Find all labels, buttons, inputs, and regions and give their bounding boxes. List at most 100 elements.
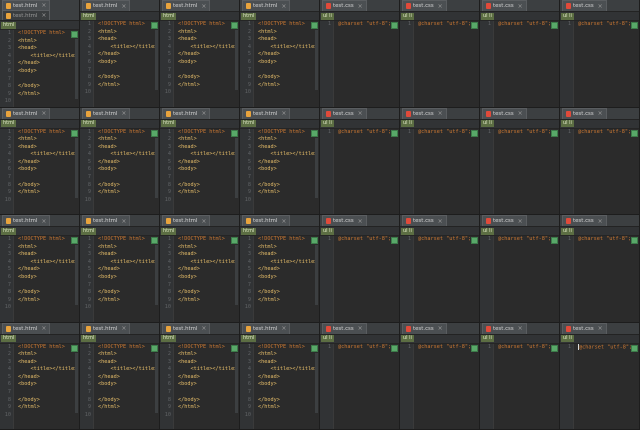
code-editor[interactable]: 1 2 3 4 5 6 7 8 9 10 <!DOCTYPE html> <html> <head> <… bbox=[0, 343, 79, 429]
code-area[interactable]: @charset "utf-8"; bbox=[334, 129, 399, 215]
breadcrumb-item[interactable]: ul li bbox=[321, 12, 334, 20]
inspection-ok-icon[interactable] bbox=[471, 344, 478, 352]
breadcrumb-item[interactable]: ul li bbox=[401, 12, 414, 20]
inspection-ok-icon[interactable] bbox=[391, 237, 398, 244]
code-area[interactable]: <!DOCTYPE html> <html> <head> <title></tit… bbox=[254, 21, 319, 107]
breadcrumb-item[interactable]: ul li bbox=[481, 335, 494, 342]
code-editor[interactable]: 1 2 3 4 5 6 7 8 9 10 <!DOCTYPE html> <html> <head> <… bbox=[0, 30, 79, 107]
breadcrumb-item[interactable]: html bbox=[1, 120, 17, 127]
code-editor[interactable]: 1 2 3 4 5 6 7 8 9 10 <!DOCTYPE html> <html> <head> <… bbox=[80, 236, 159, 322]
code-area[interactable]: <!DOCTYPE html> <html> <head> <title></tit… bbox=[174, 21, 239, 107]
code-area[interactable]: <!DOCTYPE html> <html> <head> <title></tit… bbox=[254, 129, 319, 215]
code-editor[interactable]: 1 2 3 4 5 6 7 8 9 10 <!DOCTYPE html> <html> <head> <… bbox=[160, 236, 239, 322]
inspection-ok-icon[interactable] bbox=[631, 22, 638, 29]
close-icon[interactable]: × bbox=[598, 325, 603, 332]
code-area[interactable]: @charset "utf-8"; bbox=[414, 21, 479, 107]
scrollbar[interactable] bbox=[315, 137, 318, 198]
breadcrumb-item[interactable]: html bbox=[161, 227, 177, 235]
code-editor[interactable]: 1 2 3 4 5 6 7 8 9 10 <!DOCTYPE html> <html> <head> <… bbox=[0, 236, 79, 322]
inspection-ok-icon[interactable] bbox=[551, 237, 558, 244]
code-area[interactable]: <!DOCTYPE html> <html> <head> <title></tit… bbox=[254, 236, 319, 322]
file-tab[interactable]: test.html × bbox=[162, 107, 211, 119]
code-editor[interactable]: 1 2 3 4 5 6 7 8 9 10 <!DOCTYPE html> <html> <head> <… bbox=[240, 236, 319, 322]
close-icon[interactable]: × bbox=[201, 110, 206, 117]
scrollbar[interactable] bbox=[235, 352, 238, 413]
close-icon[interactable]: × bbox=[281, 110, 286, 117]
close-icon[interactable]: × bbox=[281, 3, 286, 10]
scrollbar[interactable] bbox=[75, 137, 78, 198]
code-editor[interactable]: 1 @charset "utf-8"; bbox=[560, 343, 639, 429]
breadcrumb-item[interactable]: ul li bbox=[321, 335, 334, 342]
code-area[interactable]: @charset "utf-8"; bbox=[414, 129, 479, 215]
code-area[interactable]: @charset "utf-8"; bbox=[494, 344, 559, 430]
file-tab[interactable]: test.css × bbox=[482, 107, 527, 119]
code-area[interactable]: @charset "utf-8"; bbox=[574, 129, 639, 215]
breadcrumb-item[interactable]: ul li bbox=[561, 120, 574, 127]
breadcrumb-item[interactable]: ul li bbox=[401, 335, 414, 342]
file-tab[interactable]: test.css × bbox=[482, 215, 527, 226]
close-icon[interactable]: × bbox=[121, 325, 126, 332]
code-editor[interactable]: 1 @charset "utf-8"; bbox=[400, 343, 479, 430]
file-tab[interactable]: test.css × bbox=[562, 322, 607, 334]
scrollbar[interactable] bbox=[235, 245, 238, 305]
inspection-ok-icon[interactable] bbox=[231, 344, 238, 352]
scrollbar[interactable] bbox=[155, 137, 158, 198]
breadcrumb-item[interactable]: html bbox=[161, 335, 177, 342]
breadcrumb-item[interactable]: html bbox=[81, 12, 97, 20]
close-icon[interactable]: × bbox=[358, 325, 363, 332]
close-icon[interactable]: × bbox=[281, 218, 286, 225]
inspection-ok-icon[interactable] bbox=[631, 344, 638, 352]
code-editor[interactable]: 1 2 3 4 5 6 7 8 9 10 <!DOCTYPE html> <html> <head> <… bbox=[240, 21, 319, 107]
breadcrumb-item[interactable]: html bbox=[1, 227, 17, 235]
close-icon[interactable]: × bbox=[598, 3, 603, 10]
breadcrumb-item[interactable]: html bbox=[81, 120, 97, 127]
breadcrumb-item[interactable]: ul li bbox=[561, 12, 574, 20]
scrollbar[interactable] bbox=[315, 352, 318, 413]
code-area[interactable]: <!DOCTYPE html> <html> <head> <title></tit… bbox=[14, 236, 79, 322]
file-tab[interactable]: test.html × bbox=[2, 215, 51, 226]
inspection-ok-icon[interactable] bbox=[471, 129, 478, 137]
close-icon[interactable]: × bbox=[438, 110, 443, 117]
code-area[interactable]: @charset "utf-8"; bbox=[494, 21, 559, 107]
code-editor[interactable]: 1 @charset "utf-8"; bbox=[480, 21, 559, 107]
file-tab[interactable]: test.css × bbox=[562, 0, 607, 11]
close-icon[interactable]: × bbox=[201, 3, 206, 10]
close-icon[interactable]: × bbox=[438, 218, 443, 225]
breadcrumb-item[interactable]: html bbox=[161, 120, 177, 127]
breadcrumb-item[interactable]: html bbox=[81, 227, 97, 235]
inspection-ok-icon[interactable] bbox=[311, 22, 318, 29]
inspection-ok-icon[interactable] bbox=[71, 237, 78, 244]
code-area[interactable]: @charset "utf-8"; bbox=[574, 21, 639, 107]
close-icon[interactable]: × bbox=[358, 218, 363, 225]
code-editor[interactable]: 1 2 3 4 5 6 7 8 9 10 <!DOCTYPE html> <html> <head> <… bbox=[240, 343, 319, 429]
close-icon[interactable]: × bbox=[41, 218, 46, 225]
code-editor[interactable]: 1 @charset "utf-8"; bbox=[400, 128, 479, 215]
close-icon[interactable]: × bbox=[201, 218, 206, 225]
code-editor[interactable]: 1 @charset "utf-8"; bbox=[400, 21, 479, 107]
file-tab[interactable]: test.html × bbox=[2, 107, 51, 119]
code-editor[interactable]: 1 2 3 4 5 6 7 8 9 10 <!DOCTYPE html> <html> <head> <… bbox=[80, 343, 159, 430]
inspection-ok-icon[interactable] bbox=[311, 129, 318, 137]
breadcrumb-item[interactable]: html bbox=[1, 21, 17, 29]
inspection-ok-icon[interactable] bbox=[391, 129, 398, 137]
scrollbar[interactable] bbox=[75, 245, 78, 305]
close-icon[interactable]: × bbox=[518, 3, 523, 10]
file-tab[interactable]: test.css × bbox=[402, 107, 447, 119]
file-tab[interactable]: test.html × bbox=[242, 322, 291, 334]
code-area[interactable]: <!DOCTYPE html> <html> <head> <title></tit… bbox=[94, 21, 159, 107]
code-area[interactable]: <!DOCTYPE html> <html> <head> <title></tit… bbox=[94, 344, 159, 430]
code-editor[interactable]: 1 @charset "utf-8"; bbox=[480, 128, 559, 214]
breadcrumb-item[interactable]: html bbox=[241, 12, 257, 20]
code-area[interactable]: <!DOCTYPE html> <html> <head> <title></tit… bbox=[94, 129, 159, 215]
close-icon[interactable]: × bbox=[598, 110, 603, 117]
file-tab[interactable]: test.html × bbox=[2, 0, 51, 10]
inspection-ok-icon[interactable] bbox=[471, 237, 478, 244]
code-area[interactable]: <!DOCTYPE html> <html> <head> <title></tit… bbox=[14, 129, 79, 215]
file-tab[interactable]: test.html × bbox=[82, 215, 131, 226]
inspection-ok-icon[interactable] bbox=[311, 237, 318, 244]
close-icon[interactable]: × bbox=[518, 325, 523, 332]
breadcrumb-item[interactable]: html bbox=[161, 12, 177, 20]
breadcrumb-item[interactable]: ul li bbox=[401, 227, 414, 235]
code-area[interactable]: @charset "utf-8"; bbox=[414, 236, 479, 322]
code-area[interactable]: @charset "utf-8"; bbox=[414, 344, 479, 430]
